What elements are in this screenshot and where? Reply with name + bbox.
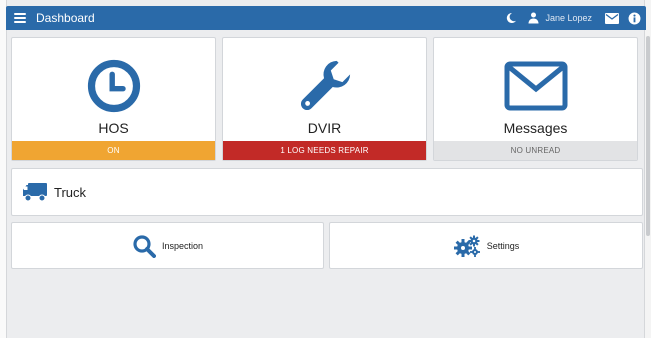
- user-name[interactable]: Jane Lopez: [545, 13, 592, 23]
- dvir-label: DVIR: [307, 120, 342, 136]
- settings-button[interactable]: Settings: [329, 222, 643, 269]
- moon-icon[interactable]: [503, 10, 519, 26]
- settings-label: Settings: [486, 240, 520, 251]
- user-icon[interactable]: [525, 10, 541, 26]
- scrollbar[interactable]: [644, 0, 651, 338]
- messages-status: NO UNREAD: [434, 141, 637, 160]
- envelope-icon: [434, 52, 637, 120]
- window-frame-left: [0, 0, 7, 338]
- gears-icon: [453, 234, 481, 258]
- hos-status: ON: [12, 141, 215, 160]
- envelope-icon[interactable]: [604, 10, 620, 26]
- info-icon[interactable]: [626, 10, 642, 26]
- top-app-bar: Dashboard Jane Lopez: [6, 6, 646, 30]
- truck-row[interactable]: Truck: [11, 168, 643, 216]
- wrench-icon: [223, 52, 426, 120]
- messages-tile[interactable]: Messages NO UNREAD: [433, 37, 638, 161]
- inspection-button[interactable]: Inspection: [11, 222, 324, 269]
- hos-tile[interactable]: HOS ON: [11, 37, 216, 161]
- page-title: Dashboard: [36, 11, 95, 25]
- hos-label: HOS: [98, 120, 129, 136]
- messages-label: Messages: [503, 120, 568, 136]
- dvir-tile[interactable]: DVIR 1 LOG NEEDS REPAIR: [222, 37, 427, 161]
- inspection-label: Inspection: [161, 240, 204, 251]
- search-icon: [132, 234, 156, 258]
- dvir-status: 1 LOG NEEDS REPAIR: [223, 141, 426, 160]
- scrollbar-thumb[interactable]: [646, 36, 650, 236]
- clock-icon: [12, 52, 215, 120]
- truck-label: Truck: [54, 184, 87, 200]
- truck-icon: [22, 182, 48, 202]
- menu-icon[interactable]: [14, 13, 26, 23]
